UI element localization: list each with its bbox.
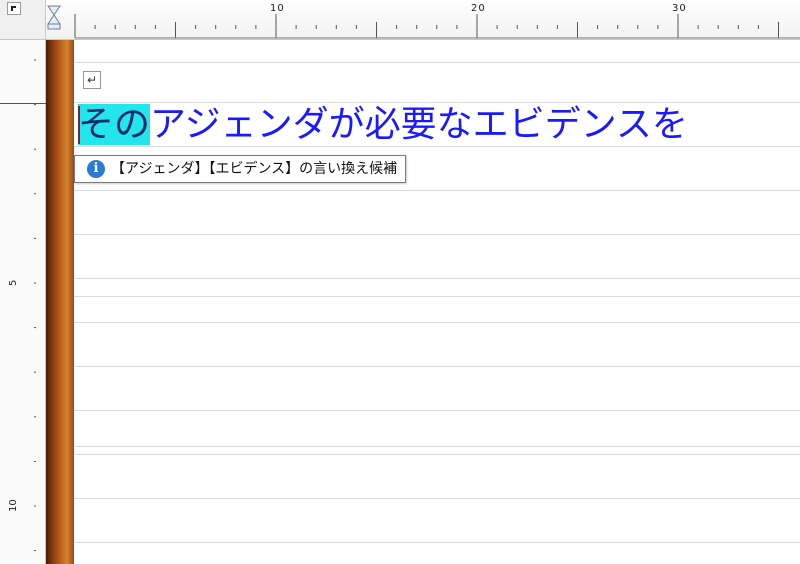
document-text-line[interactable]: そのアジェンダが必要なエビデンスを	[78, 103, 688, 147]
vertical-ruler-ticks	[34, 59, 36, 552]
tab-selector-icon[interactable]	[7, 2, 21, 15]
vertical-ruler[interactable]: 5 10	[0, 40, 46, 564]
horizontal-ruler-ticks	[74, 14, 800, 39]
ruler-label-5: 5	[8, 279, 19, 286]
ruler-label-30: 30	[672, 3, 687, 14]
suggestion-text[interactable]: 【アジェンダ】【エビデンス】の言い換え候補	[111, 161, 397, 177]
margin-bar	[46, 40, 74, 564]
info-icon: i	[87, 160, 105, 178]
horizontal-ruler[interactable]: 10 20 30	[46, 0, 800, 40]
highlighted-text[interactable]: その	[78, 104, 151, 145]
suggestion-tooltip[interactable]: i 【アジェンダ】【エビデンス】の言い換え候補	[74, 155, 407, 183]
ruler-label-10-vertical: 10	[8, 499, 19, 512]
text-cursor	[78, 106, 80, 144]
indent-marker-icon[interactable]	[46, 0, 62, 30]
document-text[interactable]: アジェンダが必要なエビデンスを	[150, 104, 688, 145]
ruler-label-10: 10	[270, 3, 285, 14]
ruler-corner	[0, 0, 46, 40]
return-mark-icon: ↵	[83, 71, 101, 89]
margin-tick	[0, 103, 46, 104]
ruler-label-20: 20	[471, 3, 486, 14]
